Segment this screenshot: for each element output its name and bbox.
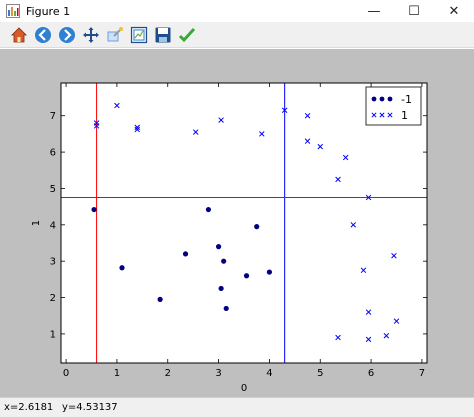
legend-marker-neg1 <box>387 96 393 102</box>
y-tick-label: 2 <box>50 293 56 304</box>
pan-icon <box>83 26 99 43</box>
back-button[interactable] <box>32 24 54 46</box>
configure-subplots-button[interactable] <box>128 24 150 46</box>
save-button[interactable] <box>152 24 174 46</box>
y-tick-label: 3 <box>50 257 56 268</box>
y-tick-label: 6 <box>50 148 56 159</box>
point-class-neg1 <box>182 251 189 257</box>
point-class-neg1 <box>223 305 229 312</box>
home-button[interactable] <box>8 24 30 46</box>
zoom-button[interactable] <box>104 24 126 46</box>
title-bar: Figure 1 — ☐ ✕ <box>0 0 474 22</box>
x-tick-label: 2 <box>165 368 171 379</box>
point-class-neg1 <box>215 244 222 250</box>
x-tick-label: 5 <box>317 368 323 379</box>
pan-button[interactable] <box>80 24 102 46</box>
y-tick-label: 4 <box>50 220 56 231</box>
maximize-button[interactable]: ☐ <box>394 0 434 22</box>
x-tick-label: 4 <box>266 368 272 379</box>
x-tick-label: 0 <box>63 368 69 379</box>
save-icon <box>155 27 171 42</box>
edit-icon <box>178 27 196 42</box>
legend-marker-neg1 <box>379 96 385 102</box>
status-bar: x=2.6181 y=4.53137 <box>0 397 474 417</box>
forward-arrow-icon <box>59 26 75 43</box>
y-tick-label: 7 <box>50 111 56 122</box>
figure-canvas[interactable]: 0 1 2 3 4 5 6 7 1 2 3 4 5 6 7 0 1 -1 1 <box>0 49 474 397</box>
edit-curves-button[interactable] <box>176 24 198 46</box>
zoom-icon <box>107 26 123 41</box>
point-class-neg1 <box>205 206 212 213</box>
legend-marker-neg1 <box>371 96 377 102</box>
x-tick-label: 3 <box>215 368 221 379</box>
back-arrow-icon <box>35 26 51 43</box>
configure-subplots-icon <box>130 26 148 43</box>
scatter-plot: 0 1 2 3 4 5 6 7 1 2 3 4 5 6 7 0 1 -1 1 <box>31 82 428 394</box>
point-class-neg1 <box>157 296 163 302</box>
legend-label: -1 <box>401 93 412 106</box>
minimize-button[interactable]: — <box>354 0 394 22</box>
x-axis-label: 0 <box>241 383 247 394</box>
forward-button[interactable] <box>56 24 78 46</box>
y-axis-label: 1 <box>31 220 42 226</box>
legend-label: 1 <box>401 109 408 122</box>
y-tick-label: 1 <box>50 329 56 340</box>
close-button[interactable]: ✕ <box>434 0 474 22</box>
point-class-neg1 <box>266 269 273 275</box>
x-tick-label: 1 <box>114 368 120 379</box>
point-class-neg1 <box>218 285 224 292</box>
cursor-x-readout: x=2.6181 <box>4 402 54 413</box>
point-class-neg1 <box>91 206 97 213</box>
matplotlib-app-icon <box>6 4 20 18</box>
point-class-neg1 <box>119 265 125 271</box>
point-class-neg1 <box>254 224 260 230</box>
figure-window: Figure 1 — ☐ ✕ 0 1 2 3 4 5 6 7 1 2 3 4 5… <box>0 0 474 417</box>
home-icon <box>11 26 27 42</box>
y-tick-label: 5 <box>50 184 56 195</box>
point-class-neg1 <box>243 273 250 279</box>
navigation-toolbar <box>0 22 474 48</box>
point-class-neg1 <box>221 258 227 264</box>
window-title: Figure 1 <box>26 4 71 18</box>
x-tick-label: 7 <box>419 368 425 379</box>
x-tick-label: 6 <box>368 368 374 379</box>
legend-box <box>365 86 422 126</box>
cursor-y-readout: y=4.53137 <box>62 402 118 413</box>
